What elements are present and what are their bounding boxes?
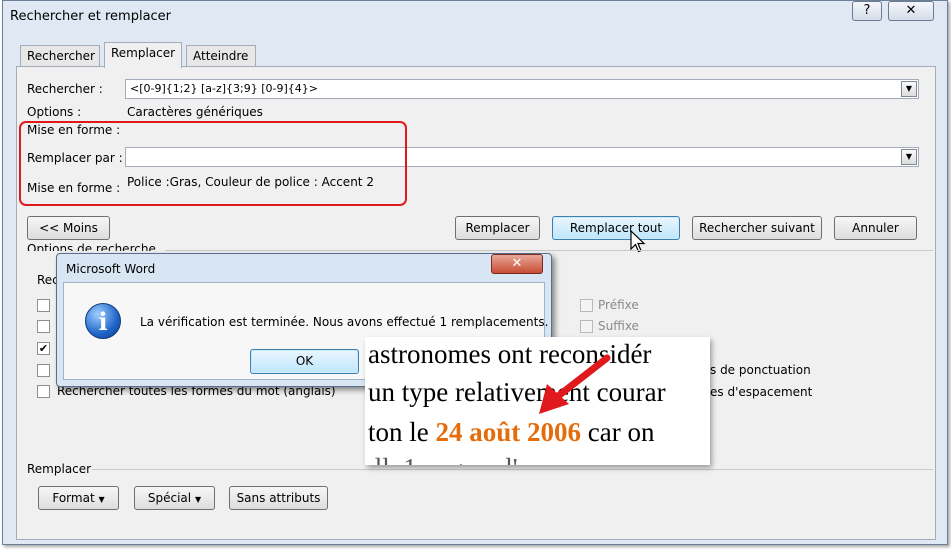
special-button[interactable]: Spécial ▼	[134, 486, 215, 510]
less-button[interactable]: << Moins	[27, 216, 110, 240]
options-label: Options :	[27, 105, 82, 119]
search-options-header: Options de recherche	[27, 242, 156, 251]
message-box-close-button[interactable]: ✕	[491, 254, 543, 274]
bottom-separator	[92, 469, 933, 470]
find-next-button[interactable]: Rechercher suivant	[692, 216, 822, 240]
chevron-down-icon: ▼	[905, 152, 913, 161]
dialog-title: Rechercher et remplacer	[10, 9, 172, 24]
annotation-highlight-box	[19, 121, 407, 206]
cancel-button[interactable]: Annuler	[834, 216, 917, 240]
red-arrow-icon	[539, 354, 611, 414]
ok-button[interactable]: OK	[250, 349, 359, 374]
replace-history-dropdown[interactable]: ▼	[901, 149, 917, 165]
excerpt-line-2: un type relativement courar	[368, 377, 666, 407]
close-icon: ✕	[511, 256, 523, 271]
excerpt-line-4: .ll. 1 . . .: . . .l' . .	[368, 453, 545, 465]
dropdown-arrow-icon: ▼	[194, 495, 202, 504]
search-options-separator	[165, 250, 933, 251]
checkbox-2[interactable]	[37, 320, 50, 333]
tab-rechercher[interactable]: Rechercher	[20, 45, 100, 68]
no-attributes-button[interactable]: Sans attributs	[229, 486, 328, 510]
chevron-down-icon: ▼	[905, 84, 913, 93]
suffix-label: Suffixe	[598, 319, 639, 333]
checkbox-wildcards[interactable]: ✔	[37, 342, 50, 355]
checkbox-all-forms[interactable]	[37, 385, 50, 398]
message-text: La vérification est terminée. Nous avons…	[140, 315, 549, 329]
find-history-dropdown[interactable]: ▼	[901, 81, 917, 97]
bottom-replace-header: Remplacer	[27, 462, 92, 476]
checkbox-suffix[interactable]	[580, 320, 593, 333]
format-button[interactable]: Format ▼	[38, 486, 119, 510]
replace-all-button[interactable]: Remplacer tout	[552, 216, 680, 240]
tab-atteindre[interactable]: Atteindre	[186, 45, 256, 68]
checkmark-icon: ✔	[38, 342, 49, 355]
punctuation-partial-label: s de ponctuation	[710, 363, 811, 377]
close-button[interactable]: ✕	[888, 1, 934, 21]
tab-remplacer[interactable]: Remplacer	[104, 42, 182, 68]
options-value: Caractères génériques	[127, 105, 263, 119]
spacing-partial-label: es d'espacement	[710, 385, 813, 399]
help-icon: ?	[863, 3, 871, 18]
checkbox-4[interactable]	[37, 364, 50, 377]
find-input[interactable]: <[0-9]{1;2} [a-z]{3;9} [0-9]{4}>	[125, 79, 919, 99]
help-button[interactable]: ?	[852, 1, 882, 21]
checkbox-prefix[interactable]	[580, 299, 593, 312]
checkbox-1[interactable]	[37, 299, 50, 312]
info-icon: i	[85, 303, 121, 339]
dropdown-arrow-icon: ▼	[98, 495, 105, 504]
find-label: Rechercher :	[27, 82, 103, 96]
replace-button[interactable]: Remplacer	[455, 216, 540, 240]
prefix-label: Préfixe	[598, 298, 639, 312]
close-icon: ✕	[905, 3, 917, 18]
message-box-title: Microsoft Word	[66, 262, 156, 276]
